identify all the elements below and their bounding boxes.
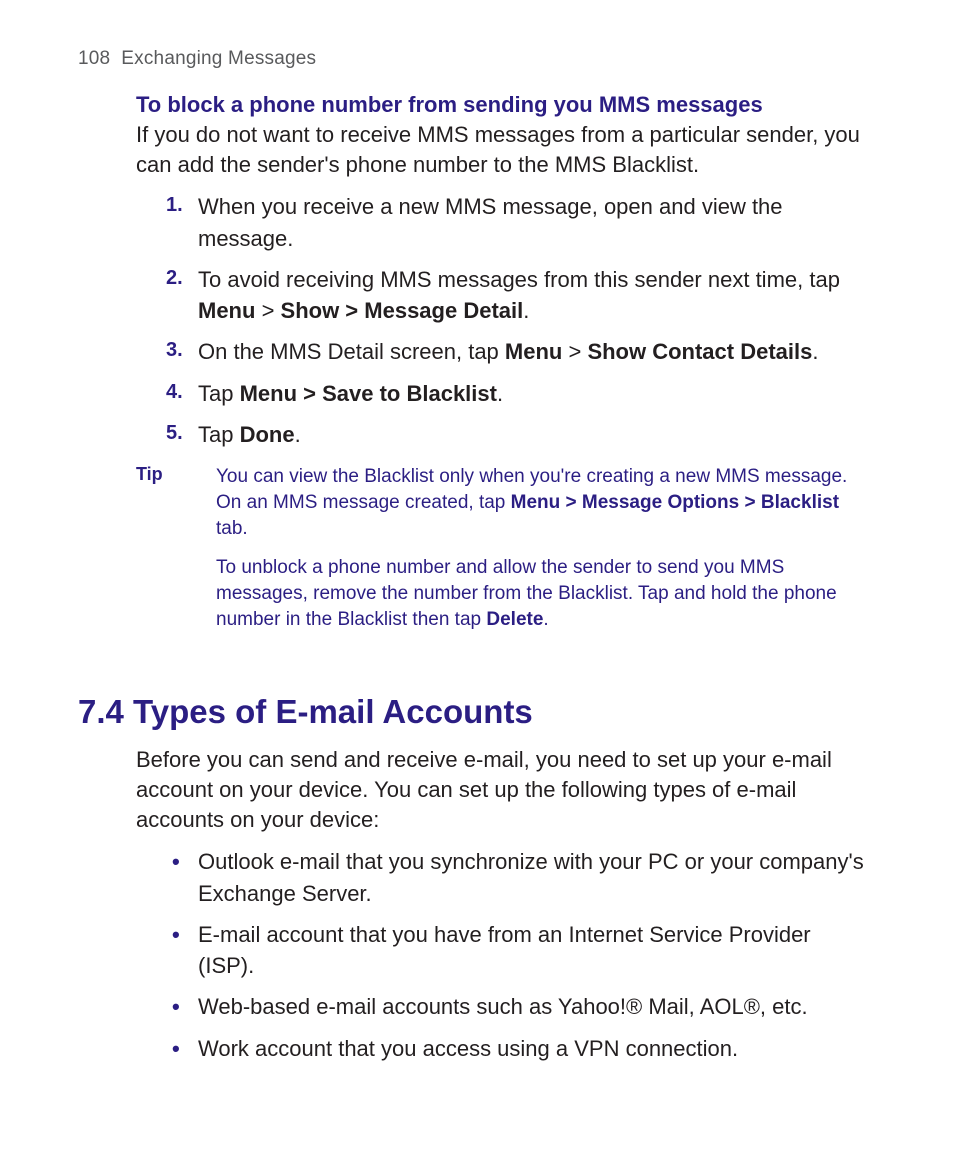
tip-paragraph: To unblock a phone number and allow the … — [216, 555, 872, 634]
tip-label: Tip — [136, 464, 216, 645]
list-item: E-mail account that you have from an Int… — [166, 919, 872, 981]
tip-paragraph: You can view the Blacklist only when you… — [216, 464, 872, 543]
page-content: To block a phone number from sending you… — [78, 92, 874, 1064]
step-item: 1. When you receive a new MMS message, o… — [166, 191, 872, 253]
list-item: Work account that you access using a VPN… — [166, 1033, 872, 1064]
page-number: 108 — [78, 48, 110, 69]
chapter-title: Exchanging Messages — [121, 48, 316, 69]
step-number: 1. — [166, 191, 183, 219]
step-text: Tap Done. — [198, 422, 301, 447]
tip-block: Tip You can view the Blacklist only when… — [136, 464, 872, 645]
step-text: When you receive a new MMS message, open… — [198, 194, 783, 250]
step-number: 5. — [166, 419, 183, 447]
step-item: 3. On the MMS Detail screen, tap Menu > … — [166, 336, 872, 367]
running-header: 108 Exchanging Messages — [78, 48, 874, 70]
step-number: 4. — [166, 378, 183, 406]
intro-paragraph: If you do not want to receive MMS messag… — [136, 120, 872, 179]
step-item: 2. To avoid receiving MMS messages from … — [166, 264, 872, 326]
step-text: Tap Menu > Save to Blacklist. — [198, 381, 503, 406]
step-number: 2. — [166, 264, 183, 292]
intro-paragraph: Before you can send and receive e-mail, … — [136, 745, 872, 834]
step-item: 4. Tap Menu > Save to Blacklist. — [166, 378, 872, 409]
subsection-heading: To block a phone number from sending you… — [136, 92, 872, 118]
list-item: Web-based e-mail accounts such as Yahoo!… — [166, 991, 872, 1022]
page: 108 Exchanging Messages To block a phone… — [0, 0, 954, 1173]
step-text: To avoid receiving MMS messages from thi… — [198, 267, 840, 323]
step-text: On the MMS Detail screen, tap Menu > Sho… — [198, 339, 818, 364]
list-item: Outlook e-mail that you synchronize with… — [166, 846, 872, 908]
section-heading: 7.4 Types of E-mail Accounts — [78, 693, 872, 731]
numbered-steps: 1. When you receive a new MMS message, o… — [136, 191, 872, 450]
step-item: 5. Tap Done. — [166, 419, 872, 450]
bullet-list: Outlook e-mail that you synchronize with… — [136, 846, 872, 1063]
tip-body: You can view the Blacklist only when you… — [216, 464, 872, 645]
step-number: 3. — [166, 336, 183, 364]
